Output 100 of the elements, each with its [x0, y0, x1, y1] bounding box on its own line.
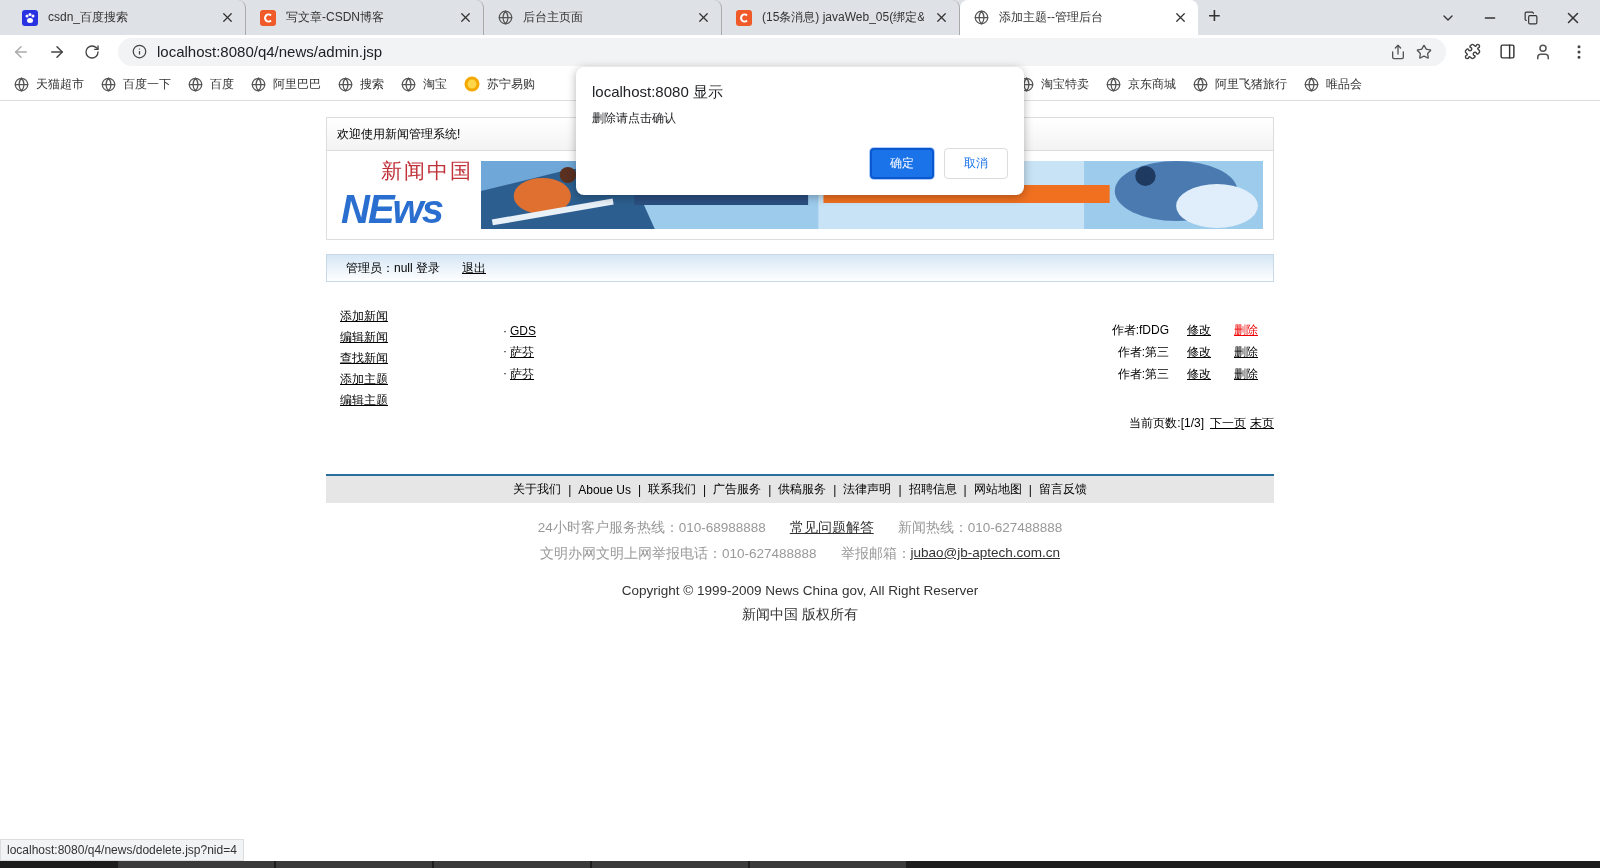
globe-icon	[1106, 76, 1121, 92]
bookmark[interactable]: 阿里巴巴	[251, 75, 321, 93]
browser-tab[interactable]: csdn_百度搜索	[8, 0, 246, 35]
bookmark[interactable]: 淘宝	[401, 75, 447, 93]
news-title-link[interactable]: 萨芬	[510, 366, 534, 383]
cancel-button[interactable]: 取消	[944, 148, 1008, 179]
bookmark[interactable]: 阿里飞猪旅行	[1193, 75, 1287, 93]
copyright-text: Copyright © 1999-2009 News China gov, All Right Reserver	[620, 583, 980, 598]
close-icon[interactable]	[220, 10, 235, 25]
paw-icon	[22, 9, 38, 26]
status-url: localhost:8080/q4/news/dodelete.jsp?nid=4	[0, 839, 244, 861]
report-phone-text: 文明办网文明上网举报电话：010-627488888	[539, 545, 817, 563]
separator: |	[637, 482, 642, 497]
hotline-text: 24小时客户服务热线：010-68988888	[537, 519, 766, 537]
url-text: localhost:8080/q4/news/admin.jsp	[157, 43, 383, 60]
new-tab-button[interactable]: +	[1208, 3, 1221, 29]
menu-link[interactable]: 添加新闻	[340, 308, 503, 325]
footer-link[interactable]: 供稿服务	[778, 481, 827, 498]
edit-link[interactable]: 修改	[1187, 366, 1211, 383]
footer-link[interactable]: 留言反馈	[1038, 481, 1087, 498]
logout-link[interactable]: 退出	[462, 259, 486, 277]
globe-icon	[338, 76, 353, 92]
separator: |	[1028, 482, 1032, 497]
info-icon	[132, 44, 147, 59]
footer-link[interactable]: 网站地图	[973, 481, 1022, 498]
bookmark[interactable]: 百度一下	[101, 75, 171, 93]
news-title-link[interactable]: GDS	[510, 323, 536, 338]
tab-title: 添加主题--管理后台	[999, 9, 1104, 26]
author-text: 作者:第三	[1116, 366, 1169, 383]
edit-link[interactable]: 修改	[1187, 344, 1211, 361]
footer-link[interactable]: 广告服务	[713, 481, 762, 498]
globe-icon	[14, 76, 29, 92]
bookmark[interactable]: 苏宁易购	[464, 75, 535, 93]
bookmark[interactable]: 京东商城	[1106, 75, 1176, 93]
profile-icon[interactable]	[1534, 42, 1552, 61]
menu-link[interactable]: 编辑主题	[340, 392, 503, 409]
close-icon[interactable]	[458, 10, 473, 25]
extensions-icon[interactable]	[1464, 43, 1481, 60]
tab-title: 后台主页面	[523, 9, 584, 26]
c-logo-icon	[736, 9, 752, 26]
c-logo-icon	[260, 9, 276, 26]
menu-link[interactable]: 查找新闻	[340, 350, 503, 367]
bullet: ·	[503, 323, 507, 338]
separator: |	[768, 482, 772, 497]
share-icon[interactable]	[1390, 43, 1406, 60]
delete-link[interactable]: 删除	[1234, 322, 1258, 339]
browser-tab[interactable]: 后台主页面	[484, 0, 722, 35]
separator: |	[898, 482, 902, 497]
faq-link[interactable]: 常见问题解答	[789, 519, 874, 537]
author-text: 作者:fDDG	[1110, 322, 1169, 339]
footer-link[interactable]: Aboue Us	[578, 482, 631, 497]
separator: |	[963, 482, 967, 497]
globe-icon	[401, 76, 416, 92]
globe-icon	[251, 76, 266, 92]
next-page-link[interactable]: 下一页	[1210, 415, 1246, 432]
restore-icon[interactable]	[1524, 10, 1538, 25]
close-icon[interactable]	[934, 10, 949, 25]
delete-link[interactable]: 删除	[1234, 344, 1258, 361]
globe-icon	[498, 10, 513, 25]
address-bar[interactable]: localhost:8080/q4/news/admin.jsp	[118, 37, 1446, 66]
footer-link[interactable]: 法律声明	[843, 481, 892, 498]
email-link[interactable]: jubao@jb-aptech.com.cn	[910, 545, 1061, 563]
news-title-link[interactable]: 萨芬	[510, 344, 534, 361]
footer-link[interactable]: 联系我们	[648, 481, 697, 498]
reload-icon[interactable]	[84, 43, 100, 60]
separator: |	[568, 482, 572, 497]
menu-link[interactable]: 编辑新闻	[340, 329, 503, 346]
last-page-link[interactable]: 末页	[1250, 415, 1274, 432]
logo-mark: NEws	[341, 186, 442, 233]
close-icon[interactable]	[1173, 10, 1188, 25]
star-icon[interactable]	[1416, 43, 1432, 60]
tab-title: csdn_百度搜索	[48, 9, 130, 26]
delete-link[interactable]: 删除	[1234, 366, 1258, 383]
separator: |	[703, 482, 707, 497]
menu-link[interactable]: 添加主题	[340, 371, 503, 388]
globe-icon	[974, 10, 989, 25]
confirm-button[interactable]: 确定	[870, 148, 934, 179]
globe-icon	[1193, 76, 1208, 92]
logo-title: 新闻中国	[381, 158, 473, 184]
sun-icon	[464, 76, 480, 92]
author-text: 作者:第三	[1116, 344, 1169, 361]
browser-tab[interactable]: 写文章-CSDN博客	[246, 0, 484, 35]
footer-link[interactable]: 招聘信息	[908, 481, 957, 498]
bookmark[interactable]: 唯品会	[1304, 75, 1362, 93]
edit-link[interactable]: 修改	[1187, 322, 1211, 339]
admin-label: 管理员：null 登录	[346, 259, 440, 277]
news-hotline-text: 新闻热线：010-627488888	[897, 519, 1063, 537]
bookmark[interactable]: 搜索	[338, 75, 384, 93]
page-indicator: 当前页数:[1/3]	[1129, 415, 1204, 432]
dialog-title: localhost:8080 显示	[592, 83, 724, 102]
close-icon[interactable]	[696, 10, 711, 25]
tab-title: 写文章-CSDN博客	[286, 9, 385, 26]
globe-icon	[1304, 76, 1319, 92]
bullet: ·	[503, 366, 507, 382]
footer-link[interactable]: 关于我们	[513, 481, 562, 498]
bookmark[interactable]: 天猫超市	[14, 75, 84, 93]
bookmark[interactable]: 百度	[188, 75, 234, 93]
side-panel-icon[interactable]	[1499, 43, 1516, 60]
browser-tab[interactable]: 添加主题--管理后台	[960, 0, 1198, 35]
globe-icon	[188, 76, 203, 92]
